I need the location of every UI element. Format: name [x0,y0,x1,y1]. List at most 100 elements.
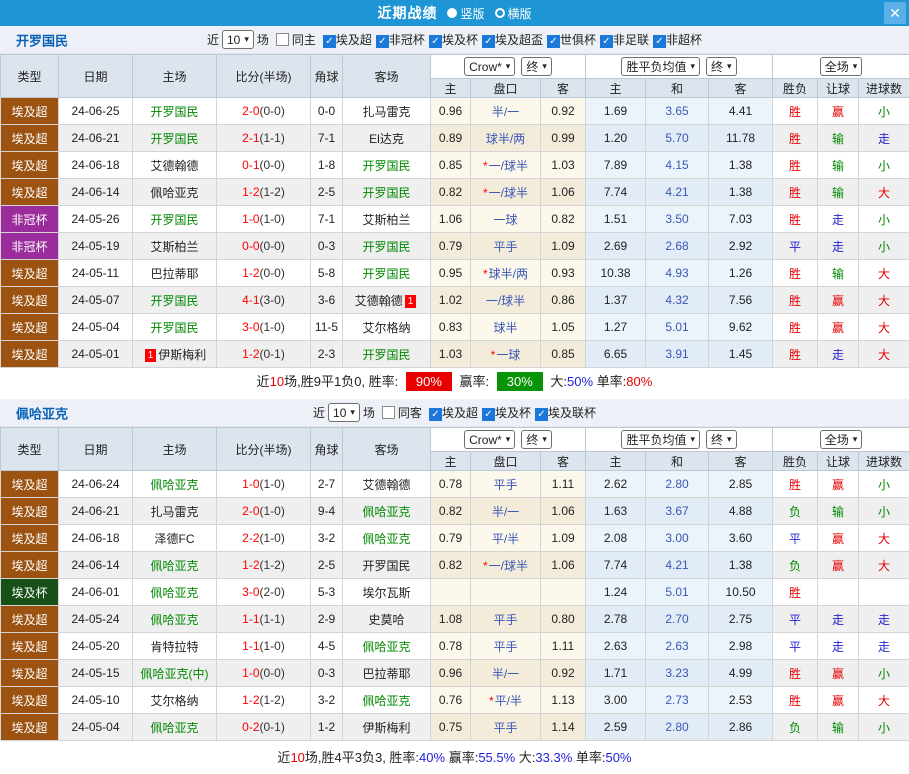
same-venue-checkbox[interactable] [275,33,289,46]
col-europe-home: 主 [585,78,647,98]
score-cell: 2-0(0-0) [216,97,311,125]
asian-final-select[interactable]: 终 ▾ [521,430,552,449]
europe-away-odds: 1.38 [708,151,774,179]
league-cell: 埃及超 [0,551,59,579]
europe-away-odds: 1.38 [708,178,774,206]
score-cell: 1-0(0-0) [216,659,311,687]
horizontal-layout-label[interactable]: 横版 [508,5,532,22]
league-filter-group: ✓ 埃及超 ✓ 非冠杯 ✓ 埃及杯 ✓ 埃及超盃 ✓ 世俱杯 ✓ 非足联 ✓ 非超杯 [319,31,702,48]
league-filter-label[interactable]: 埃及超盃 [495,33,543,47]
same-venue-label[interactable]: 同主 [292,31,316,48]
europe-final-select[interactable]: 终 ▾ [706,430,737,449]
league-filter-label[interactable]: 埃及杯 [495,406,531,420]
scope-select[interactable]: 全场 ▾ [819,430,863,449]
asian-away-odds: 1.11 [539,470,587,498]
asian-away-odds: 0.85 [539,340,587,368]
wdl-result-cell: 负 [772,497,819,525]
league-filter-checkbox[interactable]: ✓ [481,408,495,421]
league-filter-label[interactable]: 非超杯 [666,33,702,47]
league-filter-label[interactable]: 埃及联杯 [548,406,596,420]
match-count-select[interactable]: 10 ▾ [221,30,254,49]
bookmaker-select[interactable]: Crow* ▾ [464,430,516,449]
league-filter-checkbox[interactable]: ✓ [428,408,442,421]
near-label: 近 [313,406,326,420]
league-filter-label[interactable]: 埃及超 [336,33,372,47]
summary-text: 50% [567,374,594,389]
vertical-layout-label[interactable]: 竖版 [460,5,484,22]
europe-draw-odds: 3.91 [645,340,710,368]
date-cell: 24-05-11 [58,259,133,287]
team-section: 佩哈亚克 近 10 ▾ 场 同客 ✓ 埃及超 ✓ 埃及杯 ✓ 埃及联杯 类型 日… [0,399,909,774]
match-row: 埃及超 24-06-21 开罗国民 2-1(1-1) 7-1 El达克 0.89… [0,124,909,152]
league-cell: 埃及超 [0,632,59,660]
bookmaker-select[interactable]: Crow* ▾ [464,57,516,76]
europe-final-select[interactable]: 终 ▾ [706,57,737,76]
league-filter-label[interactable]: 世俱杯 [560,33,596,47]
corners-cell: 3-2 [310,524,343,552]
goals-result-cell: 走 [858,124,909,152]
handicap-result-cell: 赢 [817,524,860,552]
match-count-select[interactable]: 10 ▾ [328,403,360,422]
match-row: 埃及超 24-05-24 佩哈亚克 1-1(1-1) 2-9 史莫哈 1.08 … [0,605,909,633]
scope-select[interactable]: 全场 ▾ [819,57,863,76]
league-cell: 非冠杯 [0,232,59,260]
wdl-average-select[interactable]: 胜平负均值 ▾ [621,57,701,76]
away-team-cell: 巴拉蒂耶 [342,659,431,687]
chevron-down-icon: ▾ [852,434,858,444]
europe-away-odds: 7.03 [708,205,774,233]
same-venue-label[interactable]: 同客 [398,404,422,421]
match-row: 埃及超 24-06-18 泽德FC 2-2(1-0) 3-2 佩哈亚克 0.79… [0,524,909,552]
horizontal-layout-radio[interactable] [494,8,505,18]
date-cell: 24-06-21 [58,497,133,525]
chevron-down-icon: ▾ [542,434,547,444]
league-filter-checkbox[interactable]: ✓ [481,35,495,48]
league-filter-label[interactable]: 非冠杯 [389,33,425,47]
league-filter-group: ✓ 埃及超 ✓ 埃及杯 ✓ 埃及联杯 [425,404,596,421]
same-venue-checkbox[interactable] [381,406,395,419]
handicap-star: * [482,185,488,200]
league-filter-label[interactable]: 埃及杯 [442,33,478,47]
europe-draw-odds: 3.00 [645,524,710,552]
home-team-cell: 佩哈亚克 [132,578,217,606]
europe-home-odds: 2.78 [585,605,647,633]
asian-home-odds: 0.82 [430,551,471,579]
europe-away-odds: 2.86 [708,713,774,741]
league-filter-checkbox[interactable]: ✓ [375,35,389,48]
league-filter-checkbox[interactable]: ✓ [546,35,560,48]
col-wdl-result: 胜负 [772,451,819,471]
col-type: 类型 [0,54,59,98]
chevron-down-icon: ▾ [505,61,511,71]
league-filter-checkbox[interactable]: ✓ [322,35,336,48]
asian-home-odds: 1.08 [430,605,471,633]
league-filter-checkbox[interactable]: ✓ [534,408,548,421]
close-icon[interactable]: ✕ [884,2,906,24]
league-filter-checkbox[interactable]: ✓ [428,35,442,48]
league-filter-label[interactable]: 非足联 [613,33,649,47]
games-label: 场 [256,33,269,47]
asian-odds-group: Crow* ▾ 终 ▾ [429,427,587,452]
wdl-result-cell: 胜 [772,659,819,687]
away-team-cell: 开罗国民 [342,232,431,260]
asian-away-odds: 1.09 [539,524,587,552]
asian-away-odds: 0.92 [539,97,587,125]
league-filter-label[interactable]: 埃及超 [442,406,478,420]
matches-table: 类型 日期 主场 比分(半场) 角球 客场 Crow* ▾ 终 ▾ 胜平负均值 … [0,427,909,741]
asian-home-odds: 0.96 [430,659,471,687]
col-asian-away: 客 [539,78,587,98]
section-filter-bar: 佩哈亚克 近 10 ▾ 场 同客 ✓ 埃及超 ✓ 埃及杯 ✓ 埃及联杯 [0,399,909,427]
score-cell: 4-1(3-0) [216,286,311,314]
vertical-layout-radio[interactable] [447,8,458,18]
asian-final-select[interactable]: 终 ▾ [521,57,552,76]
summary-text: 场,胜4平3负3, 胜率: [304,750,420,765]
match-row: 非冠杯 24-05-19 艾斯柏兰 0-0(0-0) 0-3 开罗国民 0.79… [0,232,909,260]
score-cell: 1-2(0-0) [216,259,311,287]
wdl-average-select[interactable]: 胜平负均值 ▾ [621,430,701,449]
europe-draw-odds: 3.23 [645,659,710,687]
handicap-result-cell: 走 [817,632,860,660]
league-cell: 埃及超 [0,470,59,498]
europe-away-odds: 2.53 [708,686,774,714]
chevron-down-icon: ▾ [690,61,696,71]
league-filter-checkbox[interactable]: ✓ [599,35,613,48]
league-filter-checkbox[interactable]: ✓ [653,35,666,48]
col-wdl-result: 胜负 [772,78,819,98]
